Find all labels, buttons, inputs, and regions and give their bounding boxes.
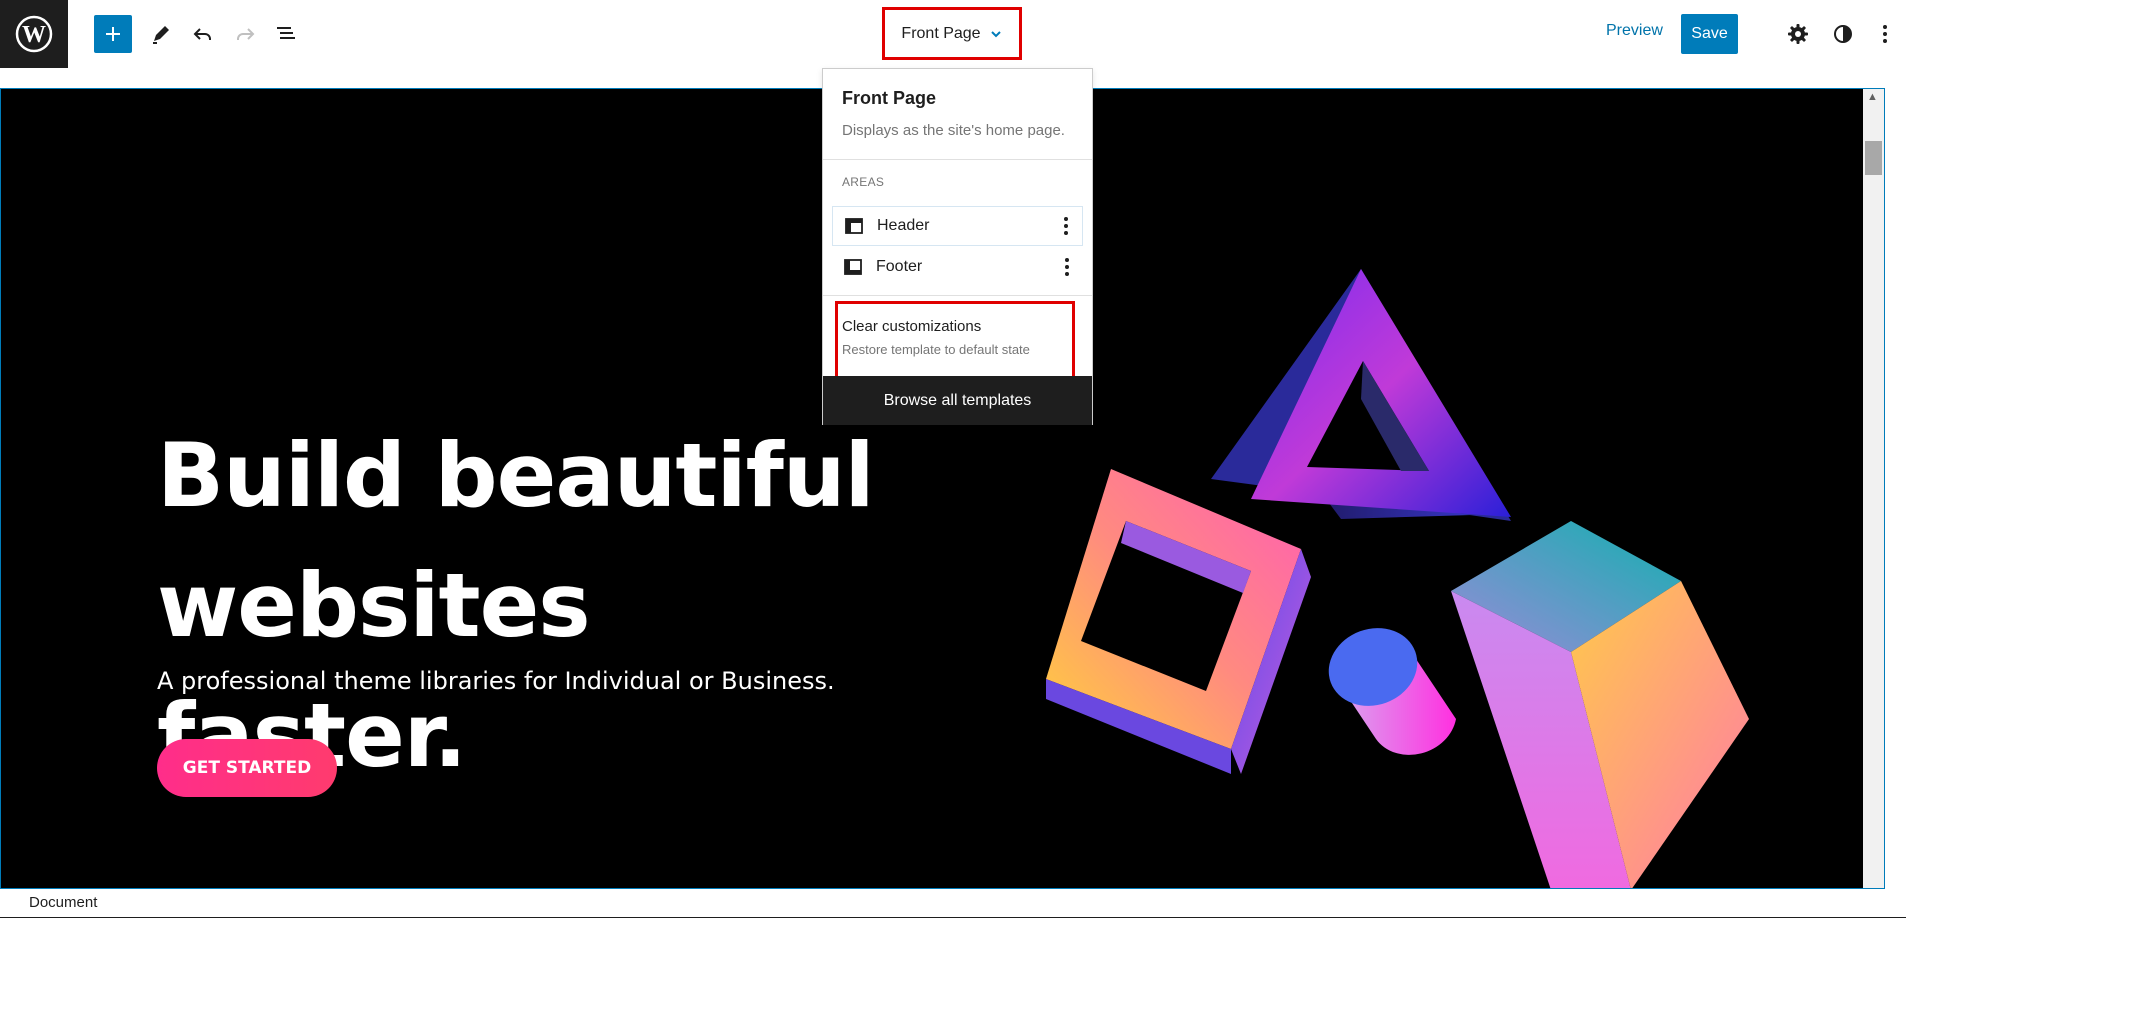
dropdown-divider (823, 159, 1092, 160)
save-button[interactable]: Save (1681, 14, 1738, 54)
header-layout-icon (843, 215, 865, 237)
preview-button[interactable]: Preview (1606, 22, 1663, 40)
svg-text:W: W (22, 22, 46, 48)
area-item-header[interactable]: Header (832, 206, 1083, 246)
area-item-label: Header (877, 217, 930, 234)
scroll-thumb[interactable] (1865, 141, 1882, 175)
template-details-dropdown: Front Page Displays as the site's home p… (822, 68, 1093, 425)
area-item-label: Footer (876, 258, 923, 275)
chevron-down-icon (990, 30, 1001, 37)
vertical-ellipsis-icon (1883, 25, 1887, 43)
area-item-footer[interactable]: Footer (832, 247, 1083, 287)
redo-button[interactable] (225, 14, 265, 54)
footer-layout-icon (842, 256, 864, 278)
list-view-button[interactable] (266, 14, 306, 54)
dropdown-title: Front Page (842, 88, 937, 108)
undo-icon (193, 28, 211, 40)
tools-button[interactable] (141, 14, 181, 54)
list-view-icon (277, 27, 295, 39)
dropdown-description: Displays as the site's home page. (842, 122, 1065, 139)
options-button[interactable] (1865, 14, 1905, 54)
wordpress-logo-icon: W (15, 15, 53, 53)
wordpress-logo-button[interactable]: W (0, 0, 68, 68)
add-block-button[interactable] (94, 15, 132, 53)
editor-toolbar: W Front Page Preview Save (0, 0, 1906, 69)
pencil-icon (153, 26, 169, 44)
plus-icon (106, 27, 120, 41)
settings-button[interactable] (1778, 14, 1818, 54)
styles-button[interactable] (1823, 14, 1863, 54)
block-breadcrumb-bar: Document (0, 889, 1906, 918)
gear-icon (1788, 24, 1808, 44)
half-circle-icon (1834, 25, 1852, 43)
clear-customizations-button[interactable]: Clear customizations Restore template to… (835, 301, 1075, 381)
redo-icon (237, 28, 255, 40)
document-title-selector[interactable]: Front Page (882, 7, 1022, 60)
document-title: Front Page (901, 24, 981, 42)
areas-heading: AREAS (842, 175, 885, 189)
clear-customizations-description: Restore template to default state (842, 342, 1030, 357)
breadcrumb-document[interactable]: Document (29, 894, 97, 911)
undo-button[interactable] (183, 14, 223, 54)
browse-all-templates-button[interactable]: Browse all templates (823, 376, 1092, 425)
scroll-up-icon[interactable]: ▲ (1867, 91, 1878, 103)
clear-customizations-title: Clear customizations (842, 318, 982, 335)
hero-subtitle[interactable]: A professional theme libraries for Indiv… (157, 667, 835, 695)
canvas-scrollbar[interactable]: ▲ ▼ (1863, 89, 1884, 888)
dropdown-divider (823, 295, 1092, 296)
vertical-ellipsis-icon[interactable] (1057, 252, 1077, 282)
get-started-button[interactable]: GET STARTED (157, 739, 337, 797)
vertical-ellipsis-icon[interactable] (1056, 211, 1076, 241)
site-editor: W Front Page Preview Save Build beautifu… (0, 0, 1906, 918)
